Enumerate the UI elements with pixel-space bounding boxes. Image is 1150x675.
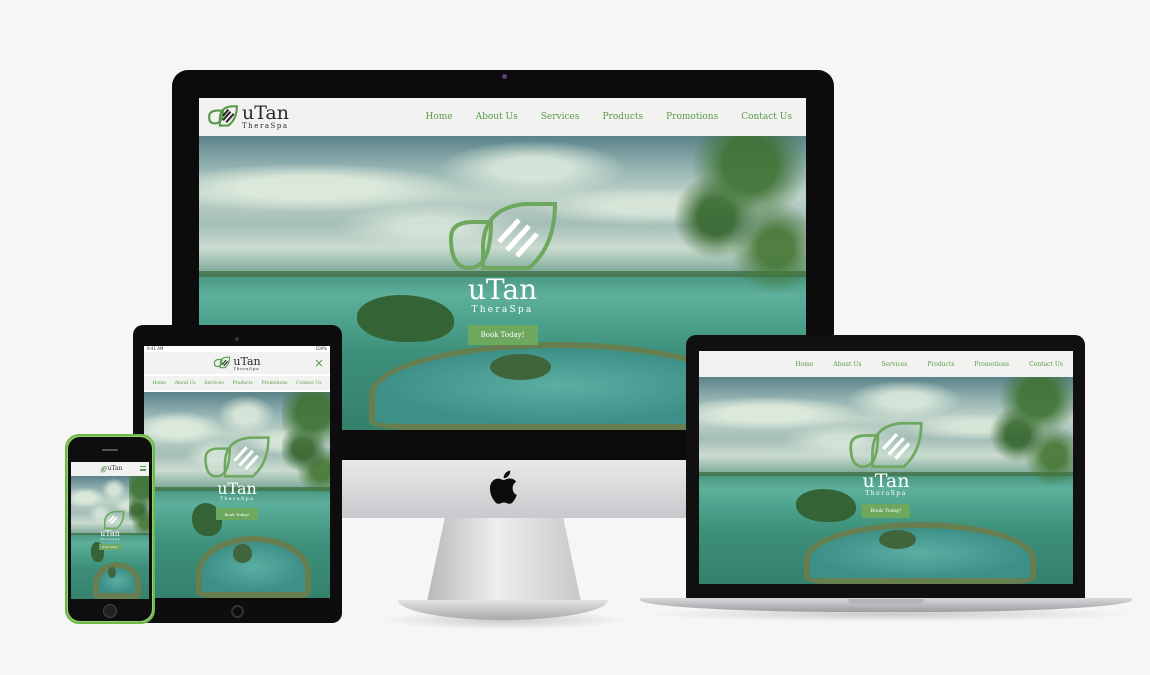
book-today-button[interactable]: Book Today! <box>467 325 538 345</box>
laptop-hero-subtitle: TheraSpa <box>865 490 907 497</box>
laptop-hero-title: uTan <box>862 470 910 492</box>
nav-promotions[interactable]: Promotions <box>666 112 718 122</box>
site-logo[interactable]: uTan TheraSpa <box>207 104 289 130</box>
tablet-hero-leaf-logo-icon <box>204 436 270 478</box>
tablet-nav-contact-us[interactable]: Contact Us <box>296 381 321 386</box>
laptop-book-today-button[interactable]: Book Today! <box>862 504 910 518</box>
logo-title: uTan <box>242 102 289 124</box>
hero-leaf-logo-icon <box>448 202 557 271</box>
laptop-hero-section: uTan TheraSpa Book Today! <box>699 377 1073 584</box>
tablet-logo-title: uTan <box>233 354 261 368</box>
phone-screen: uTan uTan TheraSpa Book Today! <box>71 462 149 599</box>
phone-site-header: uTan <box>71 462 149 476</box>
laptop-hero-content: uTan TheraSpa Book Today! <box>699 377 1073 584</box>
phone-speaker <box>102 449 118 451</box>
phone-hero-content: uTan TheraSpa Book Today! <box>71 476 149 599</box>
phone-site-logo[interactable]: uTan <box>98 465 123 473</box>
tablet-book-today-button[interactable]: Book Today! <box>216 508 258 520</box>
laptop-hero-leaf-logo-icon <box>849 421 923 469</box>
tablet-nav: Home About Us Services Products Promotio… <box>144 376 330 390</box>
tablet-nav-products[interactable]: Products <box>232 381 252 386</box>
tablet-hero-subtitle: TheraSpa <box>219 496 255 502</box>
close-icon[interactable]: × <box>314 356 324 370</box>
nav-about-us[interactable]: About Us <box>476 112 518 122</box>
imac-camera <box>502 74 507 79</box>
phone-home-button <box>103 604 117 618</box>
phone-leaf-stripes-icon <box>100 465 107 472</box>
tablet-nav-home[interactable]: Home <box>152 381 166 386</box>
tablet-screen: 9:41 AM 100% uTan TheraSpa × Home About … <box>144 346 330 598</box>
tablet-nav-services[interactable]: Services <box>204 381 223 386</box>
hero-subtitle: TheraSpa <box>471 305 534 315</box>
hero-title: uTan <box>467 273 538 306</box>
tablet-home-button <box>231 605 244 618</box>
tablet-hero-section: uTan TheraSpa Book Today! <box>144 392 330 598</box>
main-nav: Home About Us Services Products Promotio… <box>425 112 798 122</box>
laptop-site-header: Home About Us Services Products Promotio… <box>699 351 1073 377</box>
phone-hero-section: uTan TheraSpa Book Today! <box>71 476 149 599</box>
apple-logo-icon <box>489 470 517 504</box>
laptop-nav-contact-us[interactable]: Contact Us <box>1029 361 1063 368</box>
laptop-nav-products[interactable]: Products <box>927 361 954 368</box>
tablet-leaf-stripes-icon <box>214 356 231 369</box>
phone-logo-title: uTan <box>107 465 123 472</box>
tablet-nav-about-us[interactable]: About Us <box>175 381 196 386</box>
laptop-nav-services[interactable]: Services <box>882 361 908 368</box>
laptop-notch <box>848 599 924 604</box>
nav-products[interactable]: Products <box>603 112 644 122</box>
tablet-nav-promotions[interactable]: Promotions <box>261 381 287 386</box>
phone-hero-leaf-logo-icon <box>103 510 125 530</box>
logo-subtitle: TheraSpa <box>242 122 289 130</box>
laptop-screen: Home About Us Services Products Promotio… <box>699 351 1073 584</box>
phone-hero-subtitle: TheraSpa <box>99 537 121 541</box>
laptop-nav-home[interactable]: Home <box>795 361 813 368</box>
tablet-camera <box>235 337 239 341</box>
phone-book-today-button[interactable]: Book Today! <box>99 544 121 550</box>
leaf-stripes-icon <box>208 105 238 127</box>
nav-services[interactable]: Services <box>541 112 580 122</box>
laptop-nav-promotions[interactable]: Promotions <box>974 361 1009 368</box>
tablet-hero-title: uTan <box>217 479 257 498</box>
nav-contact-us[interactable]: Contact Us <box>741 112 792 122</box>
hamburger-menu-icon[interactable] <box>140 466 146 471</box>
tablet-site-header: uTan TheraSpa × <box>144 352 330 374</box>
site-header: uTan TheraSpa Home About Us Services Pro… <box>199 98 806 136</box>
laptop-nav-about-us[interactable]: About Us <box>833 361 861 368</box>
tablet-hero-content: uTan TheraSpa Book Today! <box>144 392 330 598</box>
tablet-site-logo[interactable]: uTan TheraSpa <box>213 354 261 371</box>
nav-home[interactable]: Home <box>425 112 452 122</box>
tablet-logo-subtitle: TheraSpa <box>233 365 260 371</box>
